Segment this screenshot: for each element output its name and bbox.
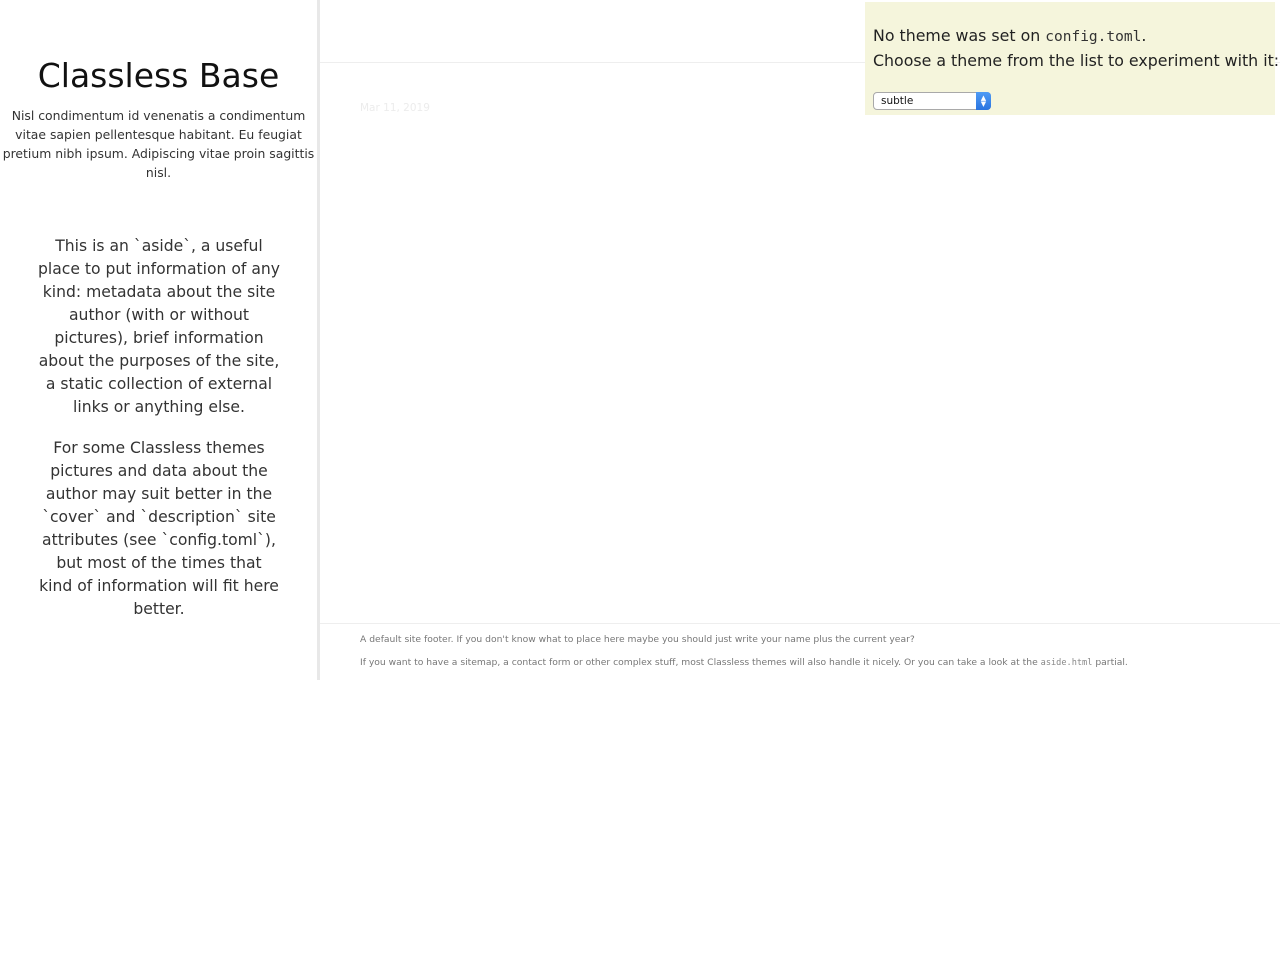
theme-message-prefix: No theme was set on bbox=[873, 26, 1041, 45]
footer-code: aside.html bbox=[1040, 658, 1093, 668]
theme-message: No theme was set on config.toml. bbox=[873, 24, 1275, 49]
sidebar: Classless Base Nisl condimentum id venen… bbox=[0, 0, 320, 680]
aside-paragraph: This is an `aside`, a useful place to pu… bbox=[38, 237, 280, 416]
site-description: Nisl condimentum id venenatis a condimen… bbox=[2, 108, 315, 180]
page: Classless Base Nisl condimentum id venen… bbox=[0, 0, 1280, 960]
theme-message-line2: Choose a theme from the list to experime… bbox=[873, 51, 1280, 70]
select-arrows-icon: ▲ ▼ bbox=[976, 92, 991, 110]
footer-text-suffix: partial. bbox=[1095, 657, 1128, 668]
site-title[interactable]: Classless Base bbox=[0, 54, 317, 98]
footer-text: A default site footer. If you don't know… bbox=[360, 634, 915, 645]
theme-message-code: config.toml bbox=[1045, 29, 1142, 45]
site-footer: A default site footer. If you don't know… bbox=[320, 623, 1280, 681]
post-date: Mar 11, 2019 bbox=[360, 102, 430, 114]
theme-chooser: No theme was set on config.toml. Choose … bbox=[865, 2, 1280, 115]
theme-select[interactable]: subtle ▲ ▼ bbox=[873, 92, 991, 110]
footer-text: If you want to have a sitemap, a contact… bbox=[360, 656, 1128, 670]
footer-text-prefix: If you want to have a sitemap, a contact… bbox=[360, 657, 1038, 668]
theme-message-suffix: . bbox=[1141, 26, 1147, 45]
aside-paragraph: For some Classless themes pictures and d… bbox=[39, 439, 279, 618]
theme-select-value: subtle bbox=[881, 95, 914, 107]
aside: This is an `aside`, a useful place to pu… bbox=[38, 235, 280, 639]
